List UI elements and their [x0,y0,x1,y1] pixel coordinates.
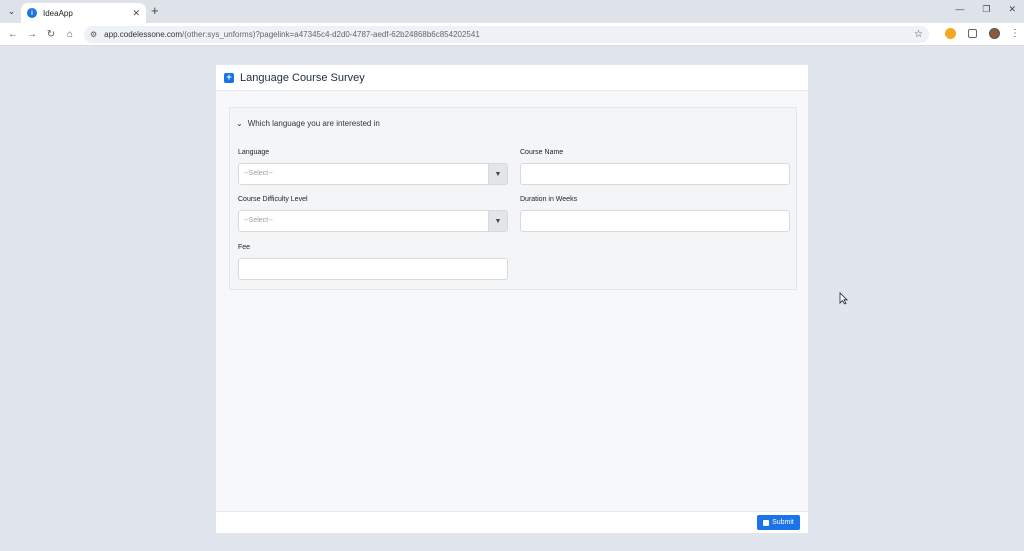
restore-icon[interactable]: ❐ [982,4,990,15]
url-text[interactable]: app.codelessone.com/(other:sys_unforms)?… [104,30,914,39]
course-name-input[interactable] [520,163,790,185]
form-section: ⌄ Which language you are interested in L… [229,107,797,290]
url-path: /(other:sys_unforms)?pagelink=a47345c4-d… [182,30,480,39]
duration-input[interactable] [520,210,790,232]
home-icon[interactable]: ⌂ [63,27,77,41]
section-toggle[interactable]: ⌄ Which language you are interested in [236,119,380,128]
language-select-value: --Select-- [244,170,273,177]
dropdown-caret-icon[interactable]: ▼ [488,211,507,231]
close-window-icon[interactable]: ✕ [1008,4,1016,15]
fee-label: Fee [238,244,251,251]
chevron-down-icon: ⌄ [236,119,243,128]
form-footer: Submit [216,511,808,533]
course-name-label: Course Name [520,149,564,156]
extension-icon[interactable] [945,28,956,39]
window-controls: — ❐ ✕ [955,4,1016,15]
language-select[interactable]: --Select-- ▼ [238,163,508,185]
submit-button[interactable]: Submit [757,515,800,530]
minimize-icon[interactable]: — [955,4,964,15]
difficulty-select[interactable]: --Select-- ▼ [238,210,508,232]
fee-input[interactable] [238,258,508,280]
form-card: + Language Course Survey ⌄ Which languag… [215,64,809,534]
tab-search-icon[interactable]: ⌄ [4,4,19,19]
back-icon[interactable]: ← [6,27,20,41]
browser-tabstrip: ⌄ i IdeaApp ✕ + — ❐ ✕ [0,0,1024,23]
extensions-puzzle-icon[interactable] [968,29,977,38]
forward-icon[interactable]: → [25,27,39,41]
more-menu-icon[interactable]: ⋮ [1010,28,1020,39]
form-title: Language Course Survey [240,71,365,84]
profile-avatar[interactable] [989,28,1000,39]
site-info-icon[interactable]: ⚙ [90,30,97,39]
extension-icons: ⋮ [945,28,1020,39]
duration-label: Duration in Weeks [520,196,578,203]
form-header: + Language Course Survey [216,65,808,91]
ideaapp-favicon-icon: i [27,8,37,18]
tab-title: IdeaApp [43,8,73,18]
url-host: app.codelessone.com [104,30,182,39]
browser-tab[interactable]: i IdeaApp ✕ [21,3,146,23]
tab-close-icon[interactable]: ✕ [132,8,140,19]
submit-label: Submit [772,519,794,526]
address-bar[interactable]: ⚙ app.codelessone.com/(other:sys_unforms… [84,26,929,43]
save-icon [763,519,770,526]
difficulty-select-value: --Select-- [244,217,273,224]
add-form-icon: + [224,72,234,83]
section-title: Which language you are interested in [247,119,380,128]
reload-icon[interactable]: ↻ [44,27,58,41]
browser-toolbar: ← → ↻ ⌂ ⚙ app.codelessone.com/(other:sys… [0,23,1024,46]
dropdown-caret-icon[interactable]: ▼ [488,164,507,184]
new-tab-icon[interactable]: + [151,4,159,18]
difficulty-label: Course Difficulty Level [238,196,308,203]
bookmark-star-icon[interactable]: ☆ [914,29,923,40]
language-label: Language [238,149,270,156]
